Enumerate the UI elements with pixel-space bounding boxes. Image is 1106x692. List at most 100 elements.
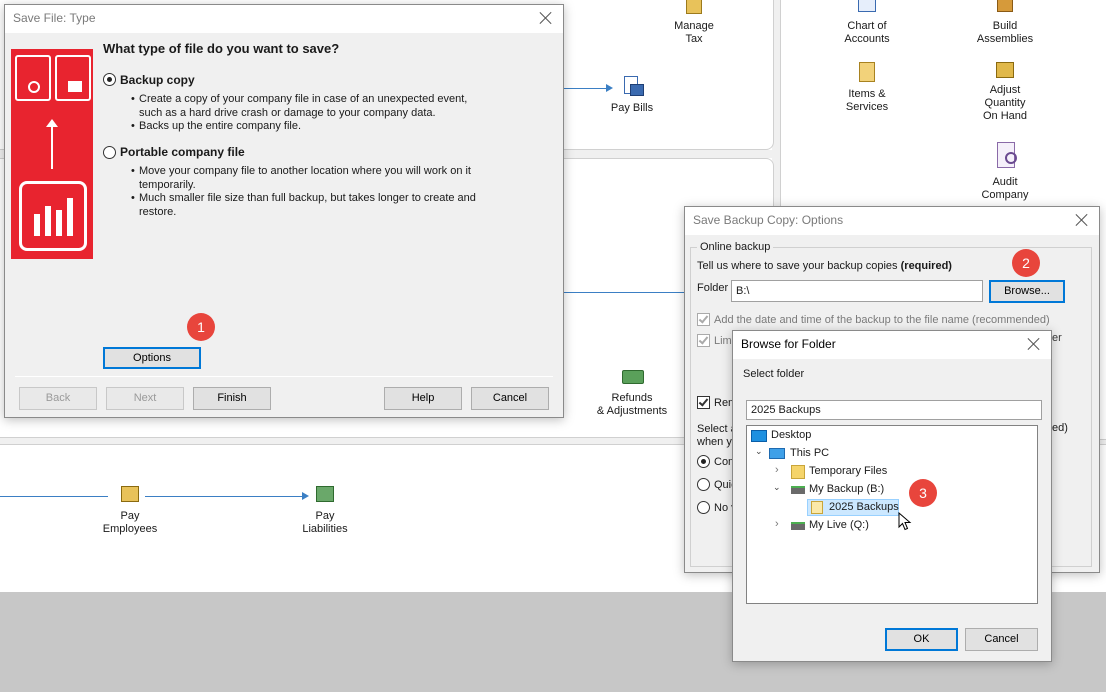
pay-liabilities-label: Pay Liabilities xyxy=(302,510,348,535)
tree-item-my-backup[interactable]: My Backup (B:) xyxy=(809,483,884,495)
backup-copy-label[interactable]: Backup copy xyxy=(120,73,195,87)
dialog-title: Browse for Folder xyxy=(741,337,836,351)
manage-tax-icon xyxy=(680,0,708,18)
tree-item-my-live[interactable]: My Live (Q:) xyxy=(809,519,869,531)
complete-verify-radio[interactable] xyxy=(697,455,710,468)
required-text: (required) xyxy=(900,260,952,272)
drive-icon xyxy=(791,522,805,530)
help-button[interactable]: Help xyxy=(384,387,462,410)
backup-options-titlebar: Save Backup Copy: Options xyxy=(685,207,1099,235)
company-file-icon xyxy=(19,181,87,251)
flow-line xyxy=(560,292,690,293)
options-button[interactable]: Options xyxy=(103,347,201,369)
build-assemblies-link[interactable]: Build Assemblies xyxy=(970,0,1040,46)
limit-label-tail: er xyxy=(1052,332,1062,344)
chevron-right-icon[interactable]: › xyxy=(775,518,779,530)
back-button[interactable]: Back xyxy=(19,387,97,410)
up-arrow-icon xyxy=(51,125,53,169)
browse-button[interactable]: Browse... xyxy=(989,280,1065,303)
bullet: • xyxy=(131,120,135,132)
audit-company-label: Audit Company xyxy=(981,176,1029,201)
bullet: • xyxy=(131,165,135,177)
tree-item-2025-backups[interactable]: 2025 Backups xyxy=(829,501,899,513)
portable-bullet-1: Move your company file to another locati… xyxy=(139,165,471,177)
backup-illustration xyxy=(11,49,93,259)
cancel-button[interactable]: Cancel xyxy=(965,628,1038,651)
chevron-down-icon[interactable]: ⌄ xyxy=(755,446,763,457)
close-icon[interactable] xyxy=(1073,211,1091,229)
step-badge-3: 3 xyxy=(909,479,937,507)
tree-item-this-pc[interactable]: This PC xyxy=(790,447,829,459)
portable-bullet-2b: restore. xyxy=(139,206,177,218)
audit-company-link[interactable]: Audit Company xyxy=(970,142,1040,202)
backup-bullet-1: Create a copy of your company file in ca… xyxy=(139,93,468,105)
add-date-label: Add the date and time of the backup to t… xyxy=(714,314,1050,326)
chevron-down-icon[interactable]: ⌄ xyxy=(773,482,781,493)
drive-icon xyxy=(791,486,805,494)
portable-file-radio[interactable] xyxy=(103,146,116,159)
refunds-icon xyxy=(618,364,646,390)
cancel-button[interactable]: Cancel xyxy=(471,387,549,410)
group-label: Online backup xyxy=(697,241,774,253)
audit-company-icon xyxy=(991,142,1019,174)
items-services-icon xyxy=(853,60,881,86)
tree-item-desktop[interactable]: Desktop xyxy=(771,429,811,441)
portable-file-label[interactable]: Portable company file xyxy=(120,145,245,159)
chart-of-accounts-icon xyxy=(853,0,881,18)
pay-liabilities-link[interactable]: Pay Liabilities xyxy=(295,482,355,536)
backup-copy-radio[interactable] xyxy=(103,73,116,86)
save-file-type-titlebar: Save File: Type xyxy=(5,5,563,33)
build-assemblies-icon xyxy=(991,0,1019,18)
ok-button[interactable]: OK xyxy=(885,628,958,651)
backup-bullet-1b: such as a hard drive crash or damage to … xyxy=(139,107,436,119)
desktop-icon xyxy=(751,430,767,442)
next-button[interactable]: Next xyxy=(106,387,184,410)
tree-item-temp-files[interactable]: Temporary Files xyxy=(809,465,887,477)
chevron-right-icon[interactable]: › xyxy=(775,464,779,476)
save-type-heading: What type of file do you want to save? xyxy=(103,41,340,56)
bullet: • xyxy=(131,192,135,204)
manage-tax-label: Manage Tax xyxy=(674,20,714,45)
step-badge-1: 1 xyxy=(187,313,215,341)
pay-employees-label: Pay Employees xyxy=(102,510,158,535)
dialog-title: Save File: Type xyxy=(13,11,96,25)
folder-input[interactable]: B:\ xyxy=(731,280,983,302)
chart-of-accounts-link[interactable]: Chart of Accounts xyxy=(832,0,902,46)
where-text: Tell us where to save your backup copies xyxy=(697,260,898,272)
portable-bullet-1b: temporarily. xyxy=(139,179,196,191)
finish-button[interactable]: Finish xyxy=(193,387,271,410)
adjust-quantity-link[interactable]: Adjust Quantity On Hand xyxy=(970,56,1040,123)
quick-verify-radio[interactable] xyxy=(697,478,710,491)
portable-bullet-2: Much smaller file size than full backup,… xyxy=(139,192,476,204)
where-label: Tell us where to save your backup copies… xyxy=(697,260,952,272)
pay-bills-icon xyxy=(618,74,646,100)
pay-employees-link[interactable]: Pay Employees xyxy=(100,482,160,536)
pay-bills-link[interactable]: Pay Bills xyxy=(602,74,662,115)
add-date-checkbox[interactable] xyxy=(697,313,710,326)
bullet: • xyxy=(131,93,135,105)
browse-folder-titlebar: Browse for Folder xyxy=(733,331,1051,359)
folder-path-input[interactable]: 2025 Backups xyxy=(746,400,1042,420)
items-services-link[interactable]: Items & Services xyxy=(832,60,902,114)
portable-file-icon xyxy=(55,55,91,101)
separator xyxy=(15,376,553,377)
mouse-cursor-icon xyxy=(898,512,912,531)
pay-employees-icon xyxy=(116,482,144,508)
remind-checkbox[interactable] xyxy=(697,396,710,409)
close-icon[interactable] xyxy=(537,9,555,27)
items-services-label: Items & Services xyxy=(845,88,889,113)
limit-checkbox[interactable] xyxy=(697,334,710,347)
refunds-link[interactable]: Refunds & Adjustments xyxy=(592,364,672,418)
build-assemblies-label: Build Assemblies xyxy=(976,20,1034,45)
folder-tree: Desktop ⌄ This PC › Temporary Files ⌄ My… xyxy=(746,425,1038,604)
close-icon[interactable] xyxy=(1025,335,1043,353)
pay-liabilities-icon xyxy=(311,482,339,508)
select-when-label-2: when y xyxy=(697,436,732,448)
select-folder-label: Select folder xyxy=(743,368,805,380)
this-pc-icon xyxy=(769,448,785,459)
flow-line xyxy=(0,496,108,497)
manage-tax-link[interactable]: Manage Tax xyxy=(664,0,724,46)
select-when-tail: ed) xyxy=(1052,422,1068,434)
folder-icon xyxy=(791,465,805,479)
no-verify-radio[interactable] xyxy=(697,501,710,514)
